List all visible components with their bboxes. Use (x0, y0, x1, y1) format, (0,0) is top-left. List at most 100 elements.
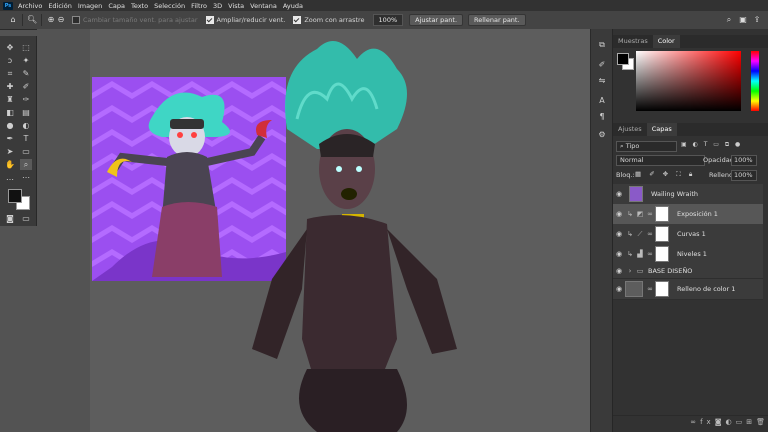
share-icon[interactable]: ⇪ (752, 15, 762, 25)
blur-tool-icon[interactable]: ● (4, 120, 16, 131)
brush-settings-icon[interactable]: ✐ (596, 59, 608, 71)
tab-ajustes[interactable]: Ajustes (613, 123, 647, 136)
chevron-right-icon[interactable]: › (625, 267, 635, 275)
layer-row[interactable]: ◉ ∞ Relleno de color 1 (613, 279, 763, 300)
zoom-value-field[interactable]: 100% (372, 14, 404, 26)
zoom-tool-icon[interactable]: 🔍︎ (27, 15, 37, 25)
color-field[interactable] (636, 51, 741, 111)
menu-ayuda[interactable]: Ayuda (283, 2, 303, 10)
layer-mask-thumbnail[interactable] (655, 281, 669, 297)
properties-icon[interactable]: ⚙ (596, 129, 608, 141)
document-canvas[interactable] (37, 29, 611, 432)
adjustments-icon[interactable]: ⇋ (596, 75, 608, 87)
new-layer-icon[interactable]: ⊞ (746, 418, 756, 426)
menu-capa[interactable]: Capa (108, 2, 125, 10)
scrubby-zoom-label: Zoom con arrastre (304, 16, 365, 24)
layers-panel-tabs: Ajustes Capas (613, 123, 768, 136)
layer-mask-thumbnail[interactable] (655, 226, 669, 242)
delete-layer-icon[interactable]: 🗑︎ (756, 418, 768, 426)
quick-mask-icon[interactable]: ◙ (4, 213, 16, 224)
lock-icons[interactable]: ▦ ✐ ✥ ⛶ 🔒︎ (635, 170, 695, 179)
more-tools-icon[interactable]: ⋯ (20, 172, 32, 183)
add-mask-icon[interactable]: ◙ (715, 418, 726, 426)
workspace-icon[interactable]: ▣ (738, 15, 748, 25)
layer-row[interactable]: ◉ Wailing Wraith (613, 184, 763, 205)
visibility-eye-icon[interactable]: ◉ (613, 230, 625, 238)
visibility-eye-icon[interactable]: ◉ (613, 267, 625, 275)
character-icon[interactable]: A (596, 95, 608, 107)
libraries-icon[interactable]: ⧉ (596, 39, 608, 51)
photoshop-logo-icon: Ps (3, 1, 13, 10)
menu-filtro[interactable]: Filtro (191, 2, 207, 10)
fill-screen-button[interactable]: Rellenar pant. (468, 14, 526, 26)
pen-tool-icon[interactable]: ✒ (4, 133, 16, 144)
layer-mask-thumbnail[interactable] (655, 206, 669, 222)
path-selection-icon[interactable]: ➤ (4, 146, 16, 157)
tab-capas[interactable]: Capas (646, 123, 677, 136)
move-tool-icon[interactable]: ✥ (4, 42, 16, 53)
hand-tool-icon[interactable]: ✋ (4, 159, 16, 170)
menu-imagen[interactable]: Imagen (78, 2, 102, 10)
screen-mode-icon[interactable]: ▭ (20, 213, 32, 224)
magic-wand-icon[interactable]: ✦ (20, 55, 32, 66)
blend-mode-select[interactable]: Normal (616, 155, 705, 166)
gradient-tool-icon[interactable]: ▤ (20, 107, 32, 118)
tab-muestras[interactable]: Muestras (613, 35, 653, 48)
resize-windows-checkbox[interactable] (72, 16, 80, 24)
menu-ventana[interactable]: Ventana (250, 2, 277, 10)
enlarge-checkbox[interactable] (205, 16, 214, 24)
fx-icon[interactable]: fx (700, 418, 715, 426)
layer-mask-thumbnail[interactable] (655, 246, 669, 262)
brush-tool-icon[interactable]: ✐ (20, 81, 32, 92)
paragraph-icon[interactable]: ¶ (596, 111, 608, 123)
dodge-tool-icon[interactable]: ◐ (20, 120, 32, 131)
link-layers-icon[interactable]: ∞ (690, 418, 700, 426)
layer-name: Niveles 1 (677, 250, 707, 258)
lasso-tool-icon[interactable]: ↄ (4, 55, 16, 66)
new-adjustment-icon[interactable]: ◐ (726, 418, 736, 426)
menu-edicion[interactable]: Edición (48, 2, 72, 10)
opacity-field[interactable]: 100% (731, 155, 757, 166)
visibility-eye-icon[interactable]: ◉ (613, 250, 625, 258)
divider (22, 14, 23, 26)
layer-row-selected[interactable]: ◉ ↳ ◩ ∞ Exposición 1 (613, 204, 763, 225)
fit-screen-button[interactable]: Ajustar pant. (409, 14, 464, 26)
visibility-eye-icon[interactable]: ◉ (613, 285, 625, 293)
zoom-out-icon[interactable]: ⊖ (56, 15, 66, 25)
visibility-eye-icon[interactable]: ◉ (613, 190, 625, 198)
zoom-in-icon[interactable]: ⊕ (46, 15, 56, 25)
options-bar: ⌂ 🔍︎ ⊕ ⊖ Cambiar tamaño vent. para ajust… (0, 11, 768, 30)
layer-row[interactable]: ◉ ↳ ▟ ∞ Niveles 1 (613, 244, 763, 265)
type-tool-icon[interactable]: T (20, 133, 32, 144)
menu-3d[interactable]: 3D (213, 2, 222, 10)
menu-seleccion[interactable]: Selección (154, 2, 185, 10)
tab-color[interactable]: Color (652, 35, 680, 48)
fill-field[interactable]: 100% (731, 170, 757, 181)
layer-name: Curvas 1 (677, 230, 706, 238)
eyedropper-icon[interactable]: ✎ (20, 68, 32, 79)
menu-vista[interactable]: Vista (228, 2, 244, 10)
new-group-icon[interactable]: ▭ (736, 418, 747, 426)
layer-filter-select[interactable]: ⌕ Tipo (616, 141, 677, 152)
menu-texto[interactable]: Texto (131, 2, 148, 10)
fill-color-thumbnail (625, 281, 643, 297)
search-icon[interactable]: ⌕ (724, 15, 734, 25)
healing-brush-icon[interactable]: ✚ (4, 81, 16, 92)
eraser-tool-icon[interactable]: ◧ (4, 107, 16, 118)
history-brush-icon[interactable]: ✑ (20, 94, 32, 105)
rectangle-tool-icon[interactable]: ▭ (20, 146, 32, 157)
stamp-tool-icon[interactable]: ♜ (4, 94, 16, 105)
layer-row[interactable]: ◉ ↳ ⟋ ∞ Curvas 1 (613, 224, 763, 245)
menu-archivo[interactable]: Archivo (18, 2, 42, 10)
crop-tool-icon[interactable]: ⌗ (4, 68, 16, 79)
color-fg-swatch-top (617, 53, 629, 65)
scrubby-zoom-checkbox[interactable] (293, 16, 302, 24)
edit-toolbar-icon[interactable]: … (4, 172, 16, 183)
hue-slider[interactable] (751, 51, 759, 111)
visibility-eye-icon[interactable]: ◉ (613, 210, 625, 218)
home-icon[interactable]: ⌂ (8, 15, 18, 25)
layer-group-row[interactable]: ◉ › ▭ BASE DISEÑO (613, 264, 763, 279)
zoom-tool-icon[interactable]: ⌕ (20, 159, 32, 170)
marquee-tool-icon[interactable]: ⬚ (20, 42, 32, 53)
layer-filter-icons[interactable]: ▣ ◐ T ▭ ⧉ ● (681, 141, 761, 150)
